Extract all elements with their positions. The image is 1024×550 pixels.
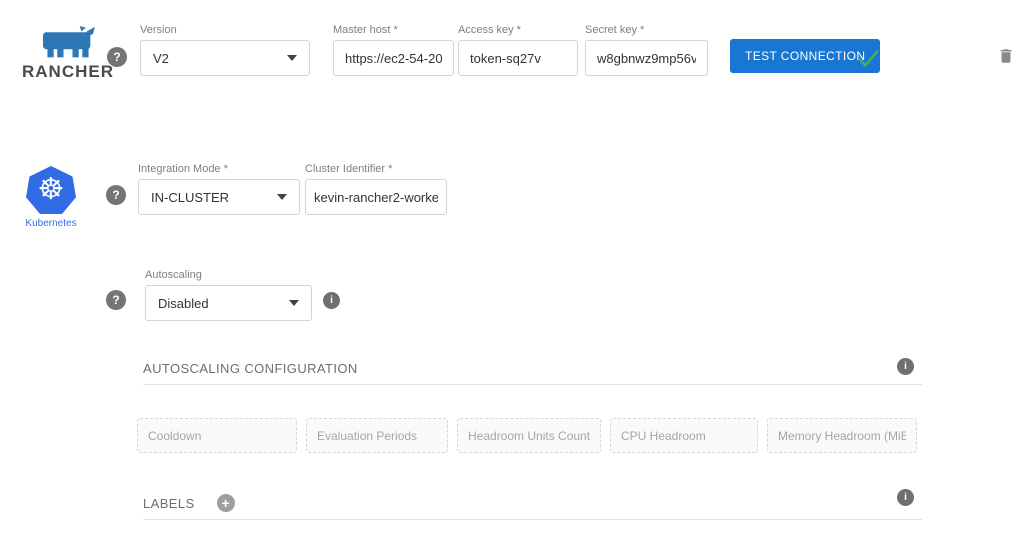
kubernetes-logo: ☸ Kubernetes xyxy=(21,166,81,229)
chevron-down-icon xyxy=(277,194,287,200)
version-field: Version V2 xyxy=(140,24,310,76)
master-host-label: Master host * xyxy=(333,24,454,36)
labels-section-header: LABELS + xyxy=(143,494,235,512)
autoscaling-select[interactable]: Disabled xyxy=(145,285,312,321)
integration-mode-field: Integration Mode * IN-CLUSTER xyxy=(138,163,300,215)
autoscaling-config-fields-row xyxy=(137,418,917,453)
delete-integration-button[interactable] xyxy=(997,44,1015,71)
evaluation-periods-input xyxy=(306,418,448,453)
rancher-bull-icon xyxy=(39,26,97,60)
master-host-input[interactable] xyxy=(333,40,454,76)
section-divider xyxy=(143,384,922,385)
cluster-identifier-field: Cluster Identifier * xyxy=(305,163,447,215)
chevron-down-icon xyxy=(287,55,297,61)
secret-key-label: Secret key * xyxy=(585,24,708,36)
labels-info-icon[interactable]: i xyxy=(897,489,914,506)
cooldown-input xyxy=(137,418,297,453)
labels-heading: LABELS xyxy=(143,496,195,511)
autoscaling-value: Disabled xyxy=(158,296,209,311)
memory-headroom-input xyxy=(767,418,917,453)
secret-key-input[interactable] xyxy=(585,40,708,76)
integration-mode-label: Integration Mode * xyxy=(138,163,300,175)
cluster-identifier-input[interactable] xyxy=(305,179,447,215)
kubernetes-wheel-icon: ☸ xyxy=(38,175,65,205)
integration-mode-value: IN-CLUSTER xyxy=(151,190,229,205)
autoscaling-configuration-info-icon[interactable]: i xyxy=(897,358,914,375)
connection-success-check-icon xyxy=(856,46,880,70)
autoscaling-info-icon[interactable]: i xyxy=(323,292,340,309)
secret-key-field: Secret key * xyxy=(585,24,708,76)
version-select[interactable]: V2 xyxy=(140,40,310,76)
chevron-down-icon xyxy=(289,300,299,306)
version-label: Version xyxy=(140,24,310,36)
headroom-units-count-input xyxy=(457,418,601,453)
trash-icon xyxy=(997,44,1015,68)
autoscaling-configuration-heading: AUTOSCALING CONFIGURATION xyxy=(143,361,358,376)
kubernetes-help-icon[interactable]: ? xyxy=(106,185,126,205)
master-host-field: Master host * xyxy=(333,24,454,76)
rancher-logo: RANCHER xyxy=(14,26,122,82)
cpu-headroom-input xyxy=(610,418,758,453)
version-value: V2 xyxy=(153,51,169,66)
kubernetes-heptagon-icon: ☸ xyxy=(26,166,76,214)
autoscaling-help-icon[interactable]: ? xyxy=(106,290,126,310)
kubernetes-logo-text: Kubernetes xyxy=(25,218,76,229)
access-key-field: Access key * xyxy=(458,24,578,76)
rancher-logo-text: RANCHER xyxy=(22,62,114,82)
autoscaling-field: Autoscaling Disabled xyxy=(145,269,312,321)
rancher-help-icon[interactable]: ? xyxy=(107,47,127,67)
section-divider xyxy=(143,519,922,520)
cluster-identifier-label: Cluster Identifier * xyxy=(305,163,447,175)
add-label-button[interactable]: + xyxy=(217,494,235,512)
autoscaling-label: Autoscaling xyxy=(145,269,312,281)
integration-mode-select[interactable]: IN-CLUSTER xyxy=(138,179,300,215)
access-key-input[interactable] xyxy=(458,40,578,76)
access-key-label: Access key * xyxy=(458,24,578,36)
integration-settings-panel: RANCHER ? Version V2 Master host * Acces… xyxy=(0,0,1024,550)
